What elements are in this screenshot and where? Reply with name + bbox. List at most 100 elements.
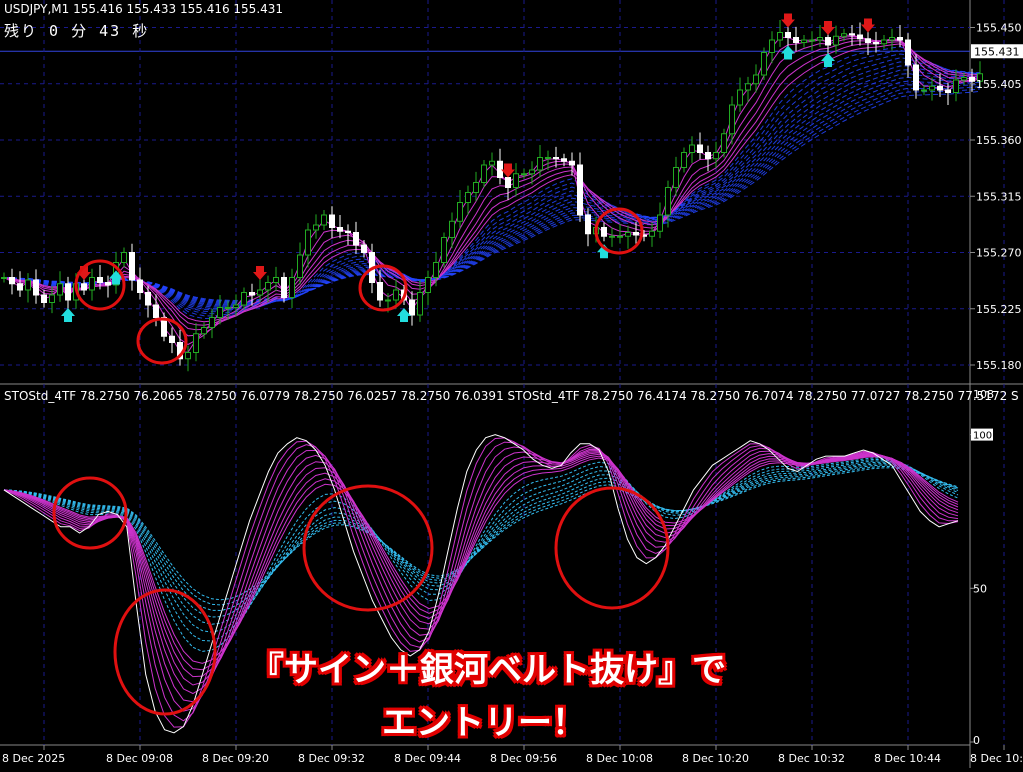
candle-body xyxy=(409,299,415,316)
candle-body xyxy=(217,307,223,318)
candle-body xyxy=(433,262,439,278)
candle-body xyxy=(289,277,295,298)
sto-100-label: 100 xyxy=(973,431,992,442)
candle-body xyxy=(345,230,351,233)
candle-body xyxy=(233,304,239,308)
candle-body xyxy=(249,292,255,296)
candle-body xyxy=(265,282,271,291)
candle-body xyxy=(793,37,799,43)
candle-body xyxy=(225,307,231,309)
candle-body xyxy=(257,289,263,296)
candle-body xyxy=(897,37,903,41)
candle-body xyxy=(377,282,383,301)
candle-body xyxy=(121,252,127,263)
candle-body xyxy=(969,77,975,82)
candle-body xyxy=(937,85,943,91)
candle-body xyxy=(353,232,359,246)
candle-body xyxy=(825,37,831,46)
candle-body xyxy=(689,144,695,153)
candle-body xyxy=(89,277,95,291)
price-tick-label: 155.450 xyxy=(976,22,1022,35)
candle-body xyxy=(457,202,463,222)
candle-body xyxy=(697,144,703,153)
candle-body xyxy=(913,64,919,91)
candle-body xyxy=(169,335,175,343)
banner-line-2: エントリー！ xyxy=(382,703,586,743)
candle-body xyxy=(553,157,559,160)
candle-body xyxy=(769,39,775,53)
candle-body xyxy=(297,254,303,278)
time-tick-label: 8 Dec 09:08 xyxy=(106,752,173,765)
candle-body xyxy=(585,214,591,235)
candle-body xyxy=(281,277,287,298)
candle-body xyxy=(41,294,47,303)
candle-body xyxy=(361,244,367,253)
candle-body xyxy=(273,277,279,283)
candle-body xyxy=(425,277,431,293)
candle-body xyxy=(673,167,679,188)
chart-root: 155.450 155.405 155.360 155.315 155.270 155.2… xyxy=(0,0,1023,768)
candle-body xyxy=(441,237,447,263)
candle-body xyxy=(841,33,847,37)
candle-body xyxy=(25,279,31,291)
candle-body xyxy=(137,279,143,293)
candle-body xyxy=(417,292,423,316)
candle-body xyxy=(505,177,511,188)
time-tick-label: 8 Dec 09:44 xyxy=(394,752,461,765)
candle-body xyxy=(849,33,855,36)
candle-body xyxy=(513,173,519,188)
price-tick-label: 155.225 xyxy=(976,303,1022,316)
candle-body xyxy=(393,289,399,301)
time-tick-label: 8 Dec 10:20 xyxy=(682,752,749,765)
candle-body xyxy=(185,352,191,360)
candle-body xyxy=(385,299,391,302)
candle-body xyxy=(961,77,967,81)
current-price-label: 155.431 xyxy=(974,45,1020,58)
candle-body xyxy=(833,35,839,46)
candle-body xyxy=(921,89,927,92)
sto-50-label: 50 xyxy=(973,582,987,595)
candle-body xyxy=(625,232,631,237)
candle-body xyxy=(721,133,727,153)
candle-body xyxy=(657,214,663,232)
candle-body xyxy=(529,169,535,175)
candle-body xyxy=(617,235,623,238)
candle-body xyxy=(521,173,527,176)
time-tick-label: 8 Dec 10:08 xyxy=(586,752,653,765)
candle-body xyxy=(449,220,455,238)
candle-body xyxy=(209,317,215,328)
candle-body xyxy=(761,52,767,76)
candle-body xyxy=(81,283,87,291)
candle-body xyxy=(97,277,103,283)
price-tick-label: 155.180 xyxy=(976,359,1022,372)
candle-body xyxy=(609,235,615,238)
candle-body xyxy=(241,292,247,306)
candle-body xyxy=(857,34,863,40)
candle-body xyxy=(929,85,935,91)
candle-body xyxy=(489,160,495,166)
candle-body xyxy=(945,89,951,93)
indicator-title: STOStd_4TF 78.2750 76.2065 78.2750 76.07… xyxy=(4,389,1019,403)
candle-body xyxy=(737,89,743,106)
candle-body xyxy=(49,294,55,303)
candle-body xyxy=(337,227,343,232)
time-tick-label: 8 Dec 2025 xyxy=(2,752,65,765)
time-tick-label: 8 Dec 10:56 xyxy=(970,752,1023,765)
candle-body xyxy=(881,39,887,45)
candle-body xyxy=(57,283,63,296)
banner-line-1: 『サイン＋銀河ベルト抜け』で xyxy=(250,650,726,690)
candle-body xyxy=(481,164,487,183)
candle-body xyxy=(801,39,807,43)
candle-body xyxy=(105,282,111,286)
candle-body xyxy=(777,32,783,41)
candle-body xyxy=(681,152,687,168)
candle-body xyxy=(1,277,7,279)
candle-body xyxy=(193,333,199,353)
candle-body xyxy=(465,192,471,203)
symbol-header: USDJPY,M1 155.416 155.433 155.416 155.43… xyxy=(4,2,284,16)
candle-body xyxy=(145,292,151,306)
candle-body xyxy=(729,104,735,135)
price-tick-label: 155.405 xyxy=(976,78,1022,91)
candle-body xyxy=(321,214,327,226)
candle-body xyxy=(665,187,671,216)
